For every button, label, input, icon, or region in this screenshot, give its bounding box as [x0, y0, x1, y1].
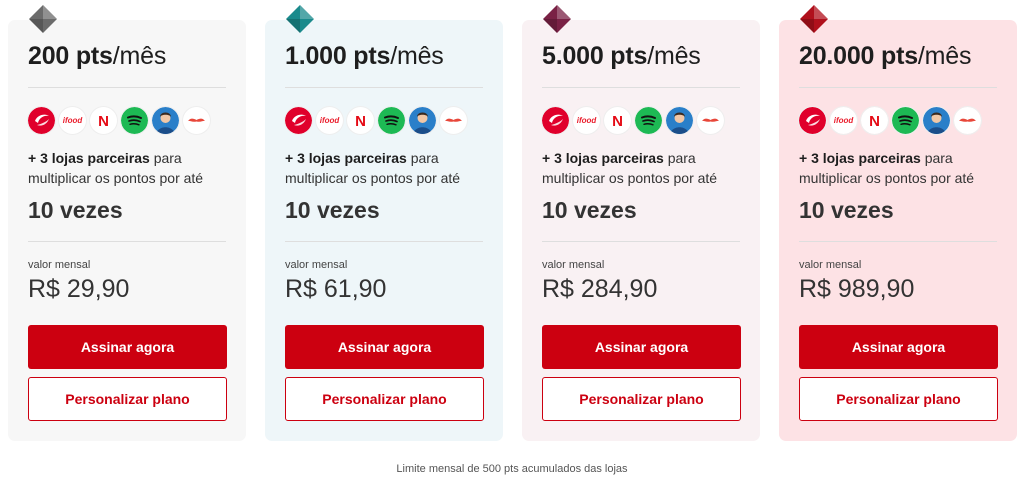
livelo-logo-icon — [285, 107, 312, 134]
monthly-label: valor mensal — [28, 259, 91, 271]
plan-points-per-month: 5.000 pts/mês — [542, 42, 701, 71]
partners-description: + 3 lojas parceiras para multiplicar os … — [28, 148, 233, 188]
customize-plan-button[interactable]: Personalizar plano — [285, 377, 484, 421]
customize-plan-button[interactable]: Personalizar plano — [799, 377, 998, 421]
partner-logos: ifood N — [285, 107, 467, 134]
customize-plan-button[interactable]: Personalizar plano — [28, 377, 227, 421]
customize-plan-button[interactable]: Personalizar plano — [542, 377, 741, 421]
multiplier-value: 10 vezes — [28, 197, 123, 223]
subscribe-button[interactable]: Assinar agora — [285, 325, 484, 369]
plan-points-per-month: 200 pts/mês — [28, 42, 166, 71]
partner-logos: ifood N — [28, 107, 210, 134]
monthly-label: valor mensal — [285, 259, 348, 271]
ifood-logo-icon: ifood — [573, 107, 600, 134]
spotify-logo-icon — [121, 107, 148, 134]
plan-card-1000: 1.000 pts/mês ifood N + 3 lojas parceiras… — [265, 5, 503, 441]
svg-text:N: N — [612, 113, 623, 130]
partners-bold: + 3 lojas parceiras — [285, 150, 407, 166]
avatar-logo-icon — [409, 107, 436, 134]
netflix-logo-icon: N — [347, 107, 374, 134]
plan-points-per-month: 20.000 pts/mês — [799, 42, 971, 71]
partners-bold: + 3 lojas parceiras — [542, 150, 664, 166]
livelo-logo-icon — [542, 107, 569, 134]
partners-description: + 3 lojas parceiras para multiplicar os … — [799, 148, 1004, 188]
plan-points: 1.000 pts — [285, 42, 391, 70]
plan-period: /mês — [647, 42, 701, 70]
avatar-logo-icon — [152, 107, 179, 134]
multiplier-value: 10 vezes — [542, 197, 637, 223]
avatar-logo-icon — [666, 107, 693, 134]
plan-period: /mês — [390, 42, 444, 70]
plans-container: 200 pts/mês ifood N + 3 lojas parceiras p… — [8, 5, 1018, 441]
ifood-logo-icon: ifood — [59, 107, 86, 134]
monthly-price: R$ 989,90 — [799, 275, 915, 303]
divider — [542, 241, 740, 242]
svg-text:N: N — [98, 113, 109, 130]
netflix-logo-icon: N — [90, 107, 117, 134]
monthly-label: valor mensal — [542, 259, 605, 271]
subscribe-button[interactable]: Assinar agora — [799, 325, 998, 369]
mustache-logo-icon — [440, 107, 467, 134]
multiplier-value: 10 vezes — [285, 197, 380, 223]
spotify-logo-icon — [892, 107, 919, 134]
divider — [799, 87, 997, 88]
monthly-price: R$ 284,90 — [542, 275, 658, 303]
divider — [542, 87, 740, 88]
netflix-logo-icon: N — [604, 107, 631, 134]
partner-logos: ifood N — [799, 107, 981, 134]
plan-card-200: 200 pts/mês ifood N + 3 lojas parceiras p… — [8, 5, 246, 441]
divider — [285, 241, 483, 242]
svg-text:N: N — [869, 113, 880, 130]
plan-points-per-month: 1.000 pts/mês — [285, 42, 444, 71]
ifood-logo-icon: ifood — [316, 107, 343, 134]
partners-description: + 3 lojas parceiras para multiplicar os … — [285, 148, 490, 188]
svg-text:ifood: ifood — [320, 116, 341, 125]
ifood-logo-icon: ifood — [830, 107, 857, 134]
spotify-logo-icon — [378, 107, 405, 134]
multiplier-value: 10 vezes — [799, 197, 894, 223]
divider — [28, 241, 226, 242]
svg-text:N: N — [355, 113, 366, 130]
partners-bold: + 3 lojas parceiras — [28, 150, 150, 166]
livelo-logo-icon — [799, 107, 826, 134]
plan-card-20000: 20.000 pts/mês ifood N + 3 lojas parceira… — [779, 5, 1017, 441]
svg-text:ifood: ifood — [834, 116, 855, 125]
diamond-gem-icon — [543, 5, 571, 33]
diamond-gem-icon — [800, 5, 828, 33]
avatar-logo-icon — [923, 107, 950, 134]
monthly-limit-footnote: Limite mensal de 500 pts acumulados das … — [396, 463, 628, 475]
divider — [28, 87, 226, 88]
svg-text:ifood: ifood — [577, 116, 598, 125]
mustache-logo-icon — [697, 107, 724, 134]
partner-logos: ifood N — [542, 107, 724, 134]
plan-points: 20.000 pts — [799, 42, 918, 70]
subscribe-button[interactable]: Assinar agora — [542, 325, 741, 369]
mustache-logo-icon — [183, 107, 210, 134]
livelo-logo-icon — [28, 107, 55, 134]
monthly-price: R$ 61,90 — [285, 275, 387, 303]
plan-period: /mês — [917, 42, 972, 70]
spotify-logo-icon — [635, 107, 662, 134]
subscribe-button[interactable]: Assinar agora — [28, 325, 227, 369]
diamond-gem-icon — [286, 5, 314, 33]
netflix-logo-icon: N — [861, 107, 888, 134]
partners-description: + 3 lojas parceiras para multiplicar os … — [542, 148, 747, 188]
partners-bold: + 3 lojas parceiras — [799, 150, 921, 166]
plan-points: 200 pts — [28, 42, 113, 70]
monthly-label: valor mensal — [799, 259, 862, 271]
monthly-price: R$ 29,90 — [28, 275, 130, 303]
divider — [799, 241, 997, 242]
plan-period: /mês — [112, 42, 167, 70]
mustache-logo-icon — [954, 107, 981, 134]
divider — [285, 87, 483, 88]
plan-card-5000: 5.000 pts/mês ifood N + 3 lojas parceiras… — [522, 5, 760, 441]
diamond-gem-icon — [29, 5, 57, 33]
plan-points: 5.000 pts — [542, 42, 648, 70]
svg-text:ifood: ifood — [63, 116, 84, 125]
